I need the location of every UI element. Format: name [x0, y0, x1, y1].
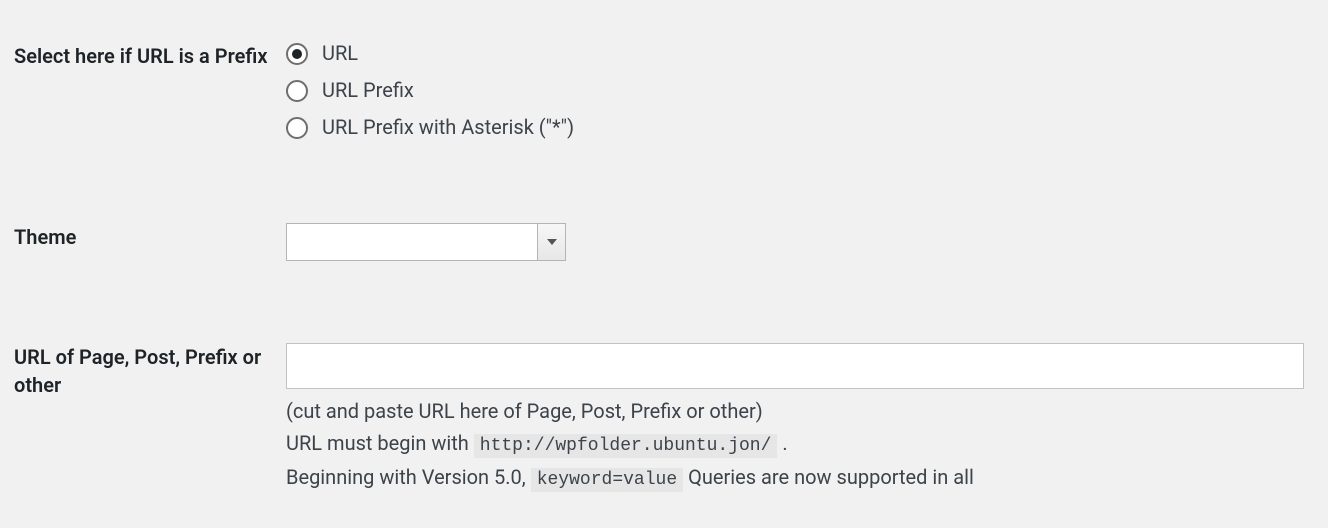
radio-icon: [286, 80, 308, 102]
theme-select[interactable]: [286, 223, 566, 261]
url-prefix-radio-group: URL URL Prefix URL Prefix with Asterisk …: [286, 38, 1304, 143]
url-prefix-label-text: Select here if URL is a Prefix: [14, 44, 267, 68]
url-help-line3-before: Beginning with Version 5.0,: [286, 465, 531, 489]
chevron-down-icon: [547, 239, 557, 245]
url-field-label-text: URL of Page, Post, Prefix or other: [14, 345, 261, 397]
url-help-line3: Beginning with Version 5.0, keyword=valu…: [286, 461, 1304, 495]
url-help-line3-code: keyword=value: [531, 468, 683, 492]
url-help-text: (cut and paste URL here of Page, Post, P…: [286, 395, 1304, 495]
radio-label: URL: [322, 38, 358, 69]
url-prefix-label: Select here if URL is a Prefix: [14, 14, 286, 169]
theme-select-button[interactable]: [537, 224, 565, 260]
radio-option-url[interactable]: URL: [286, 38, 1304, 69]
url-help-line2-before: URL must begin with: [286, 431, 474, 455]
radio-label: URL Prefix: [322, 75, 414, 106]
radio-option-url-prefix[interactable]: URL Prefix: [286, 75, 1304, 106]
theme-select-value: [287, 224, 537, 260]
theme-label: Theme: [14, 169, 286, 289]
radio-option-url-prefix-asterisk[interactable]: URL Prefix with Asterisk ("*"): [286, 112, 1304, 143]
theme-label-text: Theme: [14, 225, 76, 249]
url-help-line2-code: http://wpfolder.ubuntu.jon/: [474, 434, 778, 458]
url-help-line1: (cut and paste URL here of Page, Post, P…: [286, 395, 1304, 427]
radio-icon: [286, 117, 308, 139]
url-field-label: URL of Page, Post, Prefix or other: [14, 289, 286, 515]
radio-icon: [286, 43, 308, 65]
url-help-line3-after: Queries are now supported in all: [688, 465, 974, 489]
url-help-line2: URL must begin with http://wpfolder.ubun…: [286, 427, 1304, 461]
url-help-line2-after: .: [782, 431, 787, 455]
url-input[interactable]: [286, 343, 1304, 389]
radio-label: URL Prefix with Asterisk ("*"): [322, 112, 574, 143]
